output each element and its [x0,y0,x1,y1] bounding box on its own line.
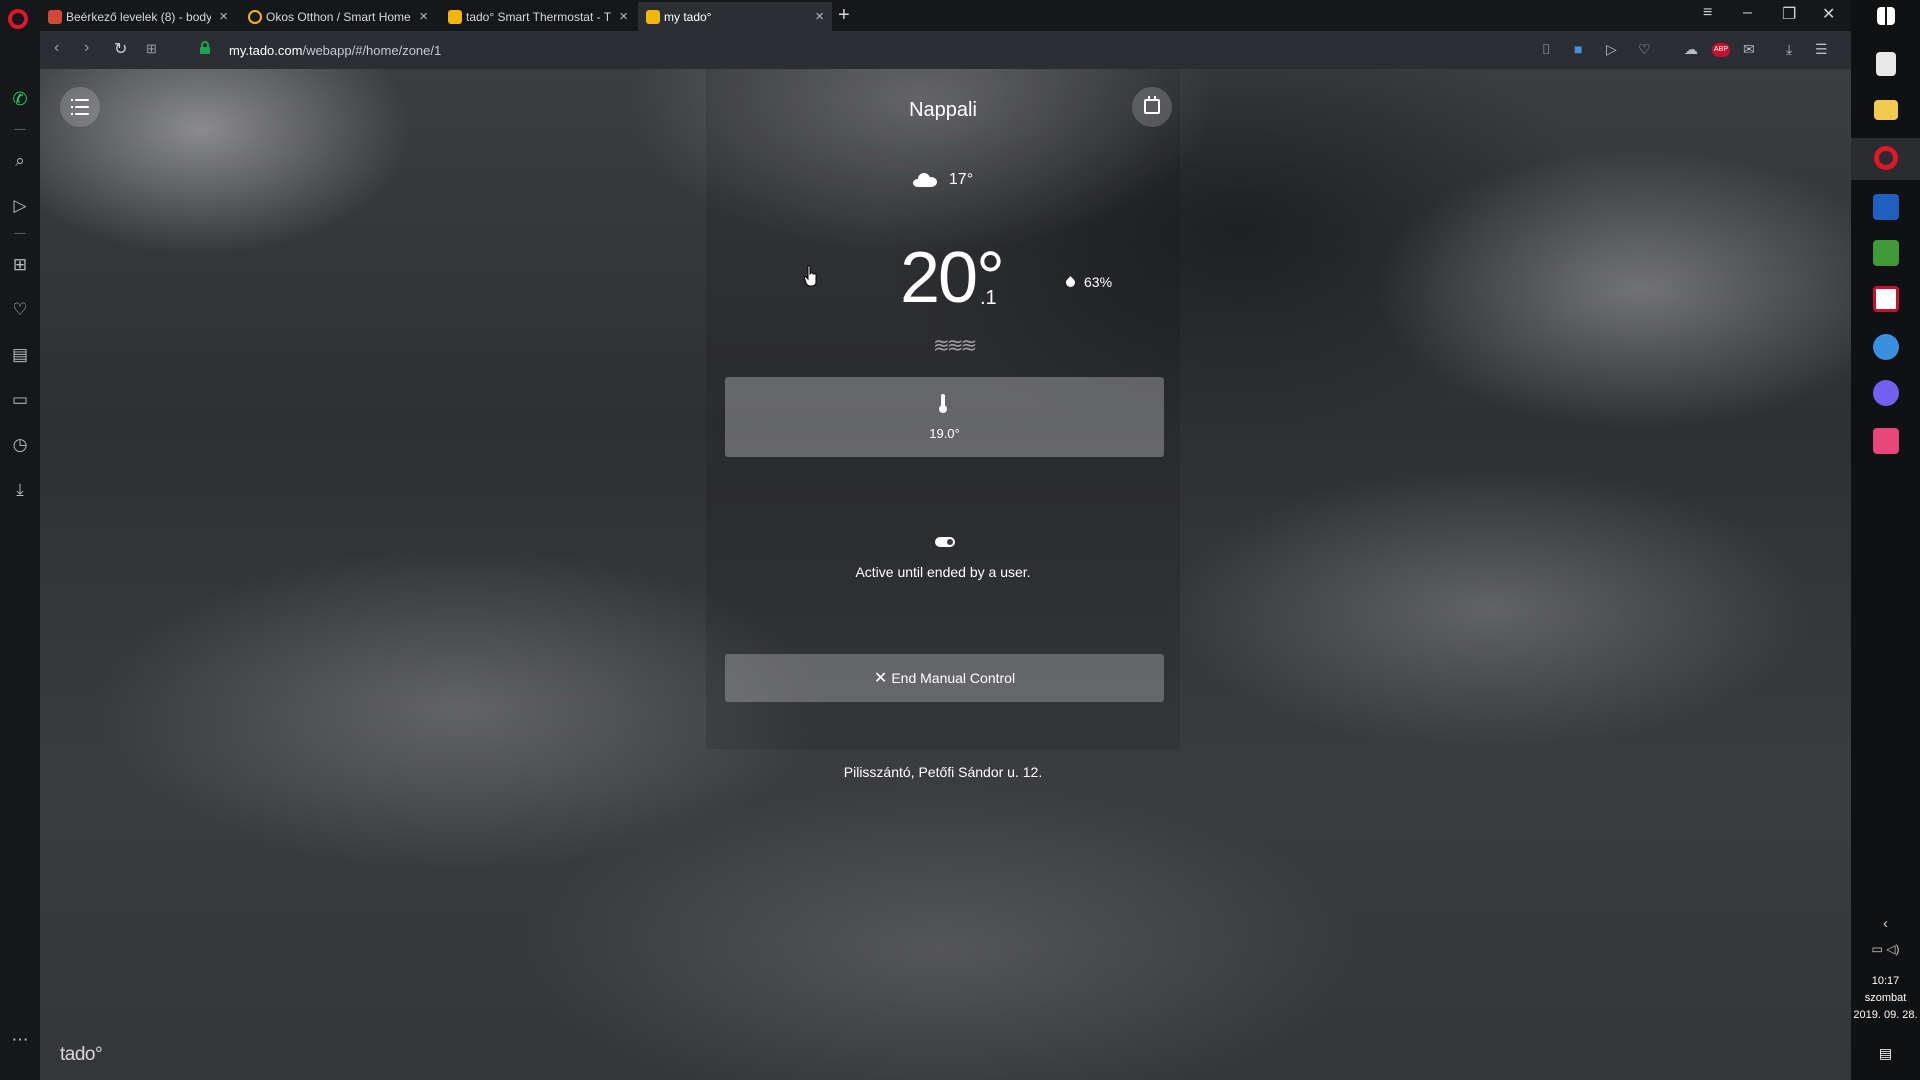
gmail-favicon-icon [48,9,62,24]
end-manual-control-button[interactable]: ✕ End Manual Control [725,654,1164,702]
forward-icon[interactable]: › [84,39,89,57]
news-icon[interactable]: ▤ [8,343,32,367]
thermometer-icon [939,394,947,413]
downloads-icon[interactable]: ⤓ [1786,41,1792,58]
action-center-icon[interactable]: ▤ [1851,1045,1920,1062]
windows-taskbar: ‹ ▭ ◁) 10:17 szombat 2019. 09. 28. ▤ [1851,0,1920,1080]
menu-button[interactable] [60,87,100,127]
clock-time[interactable]: 10:17 [1851,975,1920,987]
tado-favicon-icon [448,9,462,24]
sidebar-divider [14,233,26,234]
messenger-icon[interactable] [1873,334,1899,360]
flow-icon[interactable]: ▷ [8,194,32,218]
tab-menu-icon[interactable]: ≡ [1703,4,1712,22]
tab-tado-thermostat[interactable]: tado° Smart Thermostat - T × [440,2,636,31]
whatsapp-icon[interactable]: ✆ [8,87,32,111]
file-explorer-icon[interactable] [1874,100,1898,120]
tado-favicon-icon [646,9,660,24]
speed-dial-icon[interactable]: ⊞ [8,253,32,277]
store-icon[interactable] [1873,428,1899,454]
speed-dial-icon[interactable]: ⊞ [146,41,157,57]
inside-temperature-decimal: .1 [980,287,997,309]
opera-sidebar: ✆ ⌕ ▷ ⊞ ♡ ▤ ▭ ◷ ⤓ ⋯ [0,31,40,1080]
setpoint-control[interactable]: 19.0° [725,377,1164,457]
tab-title: Beérkező levelek (8) - body [66,9,212,24]
setpoint-value: 19.0° [929,426,960,441]
url-domain: my.tado.com [229,43,303,58]
home-address: Pilisszántó, Petőfi Sándor u. 12. [843,764,1043,780]
zone-title: Nappali [909,99,977,121]
minimize-icon[interactable]: – [1743,4,1752,22]
tab-title: Okos Otthon / Smart Home [266,9,411,24]
snapshot-icon[interactable]: ⌷ [1542,41,1550,58]
visio-icon[interactable] [1873,194,1899,220]
close-icon: ✕ [873,670,888,687]
tab-close-icon[interactable]: × [619,8,628,25]
downloads-icon[interactable]: ⤓ [8,478,32,502]
tabs-icon[interactable]: ▭ [8,388,32,412]
opera-icon[interactable] [1874,146,1898,170]
close-window-icon[interactable]: ✕ [1822,4,1835,24]
end-manual-control-label: End Manual Control [891,670,1016,686]
tado-logo: tado° [60,1044,103,1065]
tab-close-icon[interactable]: × [815,8,824,25]
tab-title: my tado° [664,9,712,24]
outside-temperature: 17° [948,171,974,188]
heart-icon[interactable]: ♡ [1638,41,1651,58]
calculator-icon[interactable] [1876,52,1896,76]
address-bar: ‹ › ↻ ⊞ my.tado.com/webapp/#/home/zone/1… [40,31,1851,69]
clock-day[interactable]: szombat [1851,992,1920,1004]
easy-setup-icon[interactable]: ☰ [1815,41,1828,58]
send-icon[interactable]: ▷ [1606,41,1617,58]
search-icon[interactable]: ⌕ [8,149,32,173]
lock-icon [200,41,210,54]
heating-icon: ≋≋≋ [933,335,977,357]
windows-start-icon[interactable] [1877,7,1895,25]
new-tab-button[interactable]: + [838,4,850,27]
humidity-indicator: 63% [1064,274,1113,290]
opera-logo-icon[interactable] [8,9,28,29]
humidity-value: 63% [1084,274,1113,290]
tab-close-icon[interactable]: × [219,8,228,25]
sidebar-divider [14,129,26,130]
viber-icon[interactable] [1873,380,1899,406]
url-field[interactable]: my.tado.com/webapp/#/home/zone/1 [229,43,441,58]
back-icon[interactable]: ‹ [54,39,59,57]
url-path: /webapp/#/home/zone/1 [302,43,442,58]
manual-mode-toggle-icon[interactable] [935,537,955,547]
list-menu-icon [71,99,89,115]
acrobat-icon[interactable] [1873,286,1899,312]
tab-close-icon[interactable]: × [419,8,428,25]
extension-icon[interactable]: ✉ [1743,41,1755,58]
spreadsheet-icon[interactable] [1873,240,1899,266]
cloud-icon [912,173,937,187]
tado-webapp: Nappali 17° 20° .1 63% ≋≋≋ 19.0° Active … [40,69,1851,1080]
tab-title: tado° Smart Thermostat - T [466,9,612,24]
tab-my-tado[interactable]: my tado° × [638,2,832,31]
tado-favicon-icon [248,9,262,24]
adblock-plus-icon[interactable]: ABP [1712,43,1730,57]
history-icon[interactable]: ◷ [8,433,32,457]
network-volume-icon[interactable]: ▭ ◁) [1851,942,1920,956]
restore-icon[interactable]: ❐ [1782,4,1796,24]
outside-weather: 17° [706,171,1180,189]
mode-status-text: Active until ended by a user. [855,564,1031,580]
show-hidden-icons-icon[interactable]: ‹ [1851,915,1920,932]
vpn-icon[interactable]: ☁ [1684,41,1698,58]
clock-date[interactable]: 2019. 09. 28. [1851,1009,1920,1021]
tab-gmail[interactable]: Beérkező levelek (8) - body × [40,2,236,31]
humidity-drop-icon [1064,275,1077,289]
reload-icon[interactable]: ↻ [114,39,127,59]
extension-icon[interactable]: ■ [1574,41,1582,57]
hand-cursor-icon [804,265,817,287]
more-icon[interactable]: ⋯ [8,1028,32,1052]
browser-tab-bar: Beérkező levelek (8) - body × Okos Ottho… [0,0,1851,31]
bookmarks-icon[interactable]: ♡ [8,298,32,322]
tab-okos-otthon[interactable]: Okos Otthon / Smart Home × [240,2,436,31]
